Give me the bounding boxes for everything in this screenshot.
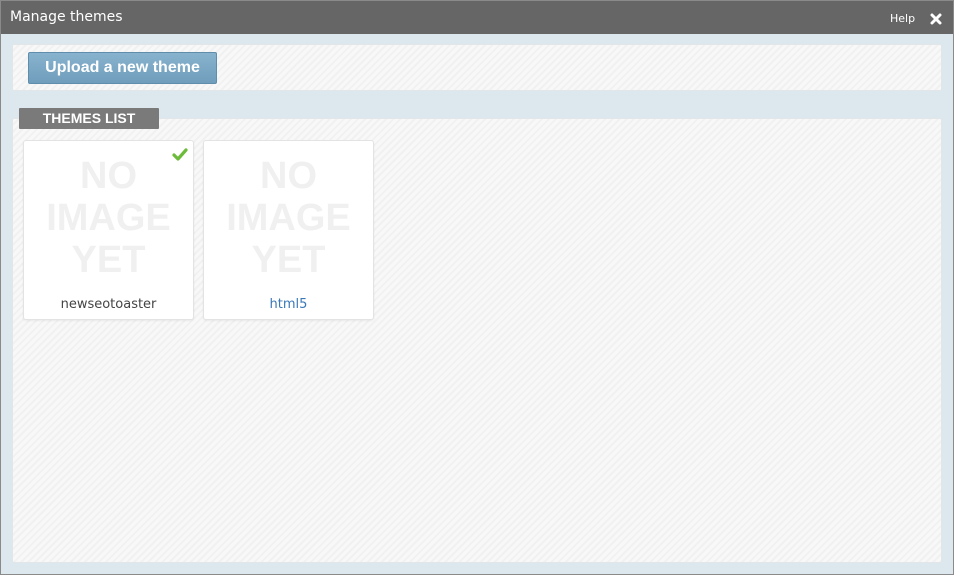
themes-list-heading: THEMES LIST [19, 108, 159, 129]
placeholder-line: NO [80, 155, 137, 197]
manage-themes-window: Manage themes Help Upload a new theme TH… [0, 0, 954, 575]
theme-name-link[interactable]: html5 [204, 297, 373, 313]
placeholder-line: YET [71, 239, 146, 281]
toolbar: Upload a new theme [12, 44, 942, 91]
no-image-placeholder: NO IMAGE YET [24, 155, 193, 281]
theme-card-newseotoaster[interactable]: NO IMAGE YET newseotoaster [23, 140, 194, 320]
no-image-placeholder: NO IMAGE YET [204, 155, 373, 281]
theme-card-html5[interactable]: NO IMAGE YET html5 [203, 140, 374, 320]
help-link[interactable]: Help [890, 12, 915, 25]
upload-theme-button[interactable]: Upload a new theme [28, 52, 217, 84]
active-check-icon [172, 147, 188, 161]
window-titlebar: Manage themes Help [1, 1, 953, 34]
window-title: Manage themes [10, 9, 123, 25]
placeholder-line: IMAGE [46, 197, 171, 239]
placeholder-line: IMAGE [226, 197, 351, 239]
theme-name: newseotoaster [60, 297, 157, 312]
close-icon[interactable] [929, 11, 943, 25]
placeholder-line: NO [260, 155, 317, 197]
placeholder-line: YET [251, 239, 326, 281]
